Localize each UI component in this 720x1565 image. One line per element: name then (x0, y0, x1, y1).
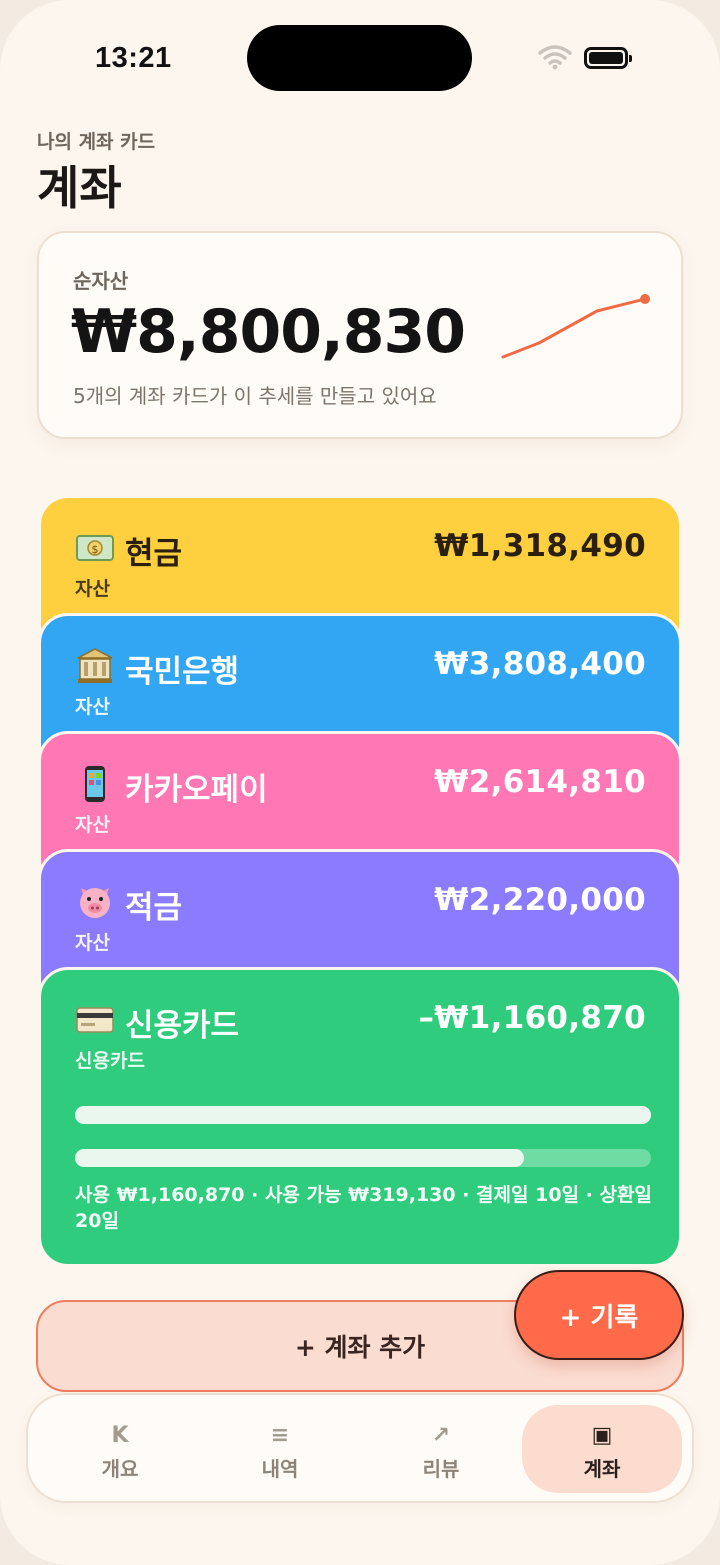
svg-text:$: $ (92, 543, 99, 556)
account-type: 자산 (75, 814, 110, 836)
account-amount: ₩1,318,490 (434, 528, 646, 564)
account-amount: ₩2,614,810 (434, 764, 646, 800)
tab-label: 리뷰 (422, 1457, 460, 1481)
account-name: 현금 (125, 536, 183, 572)
accounts-icon: ▣ (591, 1423, 613, 1448)
bank-emoji-icon (77, 648, 113, 683)
account-type: 신용카드 (75, 1050, 145, 1072)
account-type: 자산 (75, 696, 110, 718)
account-type: 자산 (75, 578, 110, 600)
account-name: 적금 (125, 890, 183, 926)
account-name: 신용카드 (125, 1008, 240, 1044)
account-type: 자산 (75, 932, 110, 954)
tab-label: 내역 (261, 1457, 299, 1481)
credit-usage-bar (75, 1149, 651, 1167)
record-button[interactable]: + 기록 (514, 1270, 684, 1360)
overview-icon: K (111, 1423, 129, 1448)
tab-accounts[interactable]: ▣ 계좌 (522, 1405, 682, 1493)
phone-screen: 13:21 나의 계좌 카드 계좌 순자산 ₩8,800,830 5개의 계좌 … (0, 0, 720, 1565)
wifi-icon (538, 45, 572, 70)
account-amount: ₩3,808,400 (434, 646, 646, 682)
tab-history[interactable]: ≡ 내역 (200, 1405, 360, 1493)
page-title: 계좌 (37, 161, 122, 215)
page-subtitle: 나의 계좌 카드 (37, 131, 156, 153)
list-icon: ≡ (270, 1423, 290, 1448)
pig-emoji-icon (80, 888, 110, 918)
net-worth-description: 5개의 계좌 카드가 이 추세를 만들고 있어요 (73, 384, 437, 408)
net-worth-card: 순자산 ₩8,800,830 5개의 계좌 카드가 이 추세를 만들고 있어요 (37, 231, 683, 439)
dynamic-island (247, 25, 472, 91)
account-card-credit[interactable]: 신용카드 신용카드 –₩1,160,870 사용 ₩1,160,870 · 사용… (38, 967, 682, 1267)
battery-icon (584, 47, 632, 69)
money-bag-emoji-icon: $ (76, 535, 114, 561)
tab-label: 계좌 (583, 1457, 621, 1481)
tab-review[interactable]: ↗ 리뷰 (361, 1405, 521, 1493)
account-name: 국민은행 (125, 654, 240, 690)
credit-usage-bar-fill (75, 1149, 525, 1167)
trend-sparkline (501, 294, 650, 359)
phone-emoji-icon (85, 766, 105, 802)
trend-arrow-icon: ↗ (431, 1423, 451, 1448)
credit-card-emoji-icon (76, 1007, 114, 1033)
account-name: 카카오페이 (125, 772, 268, 808)
status-time: 13:21 (95, 42, 172, 74)
tab-bar: K 개요 ≡ 내역 ↗ 리뷰 ▣ 계좌 (26, 1393, 694, 1503)
account-amount: –₩1,160,870 (418, 1000, 646, 1036)
tab-label: 개요 (101, 1457, 139, 1481)
account-amount: ₩2,220,000 (434, 882, 646, 918)
net-worth-label: 순자산 (73, 269, 129, 293)
tab-overview[interactable]: K 개요 (40, 1405, 200, 1493)
credit-limit-bar (75, 1106, 651, 1124)
credit-limit-bar-fill (75, 1106, 651, 1124)
credit-summary: 사용 ₩1,160,870 · 사용 가능 ₩319,130 · 결제일 10일… (75, 1184, 652, 1232)
net-worth-value: ₩8,800,830 (71, 297, 466, 367)
